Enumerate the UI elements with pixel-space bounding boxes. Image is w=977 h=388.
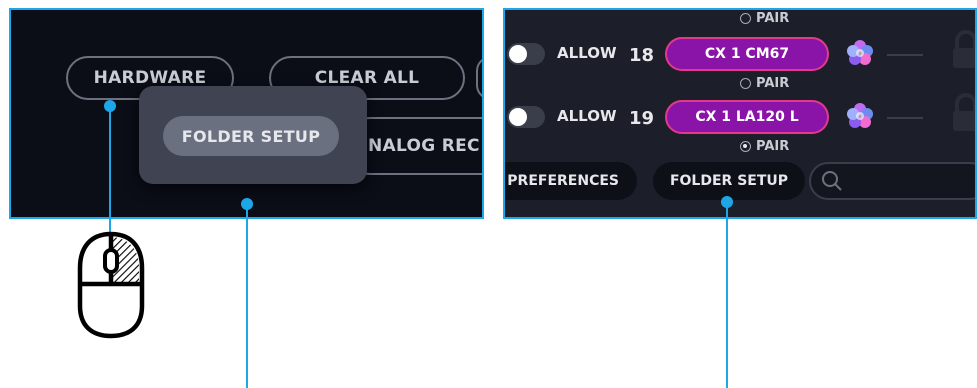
radio-icon[interactable] xyxy=(740,13,751,24)
partial-button[interactable] xyxy=(476,56,482,100)
left-folder-connector-line xyxy=(246,204,248,388)
left-folder-connector-dot xyxy=(241,198,253,210)
search-icon xyxy=(822,171,842,191)
pair-option-top[interactable]: PAIR xyxy=(740,11,789,26)
channel-number-19: 19 xyxy=(629,108,655,129)
radio-icon[interactable] xyxy=(740,78,751,89)
pair-option-middle[interactable]: PAIR xyxy=(740,76,789,91)
clear-all-label: CLEAR ALL xyxy=(314,68,420,88)
divider-line xyxy=(887,54,923,56)
hardware-connector-line xyxy=(109,106,111,240)
folder-setup-button[interactable]: FOLDER SETUP xyxy=(653,162,805,200)
toggle-knob xyxy=(509,45,527,63)
device-label-18: CX 1 CM67 xyxy=(704,46,790,62)
radio-icon[interactable] xyxy=(740,141,751,152)
device-button-19[interactable]: CX 1 LA120 L xyxy=(665,100,829,134)
folder-setup-tooltip-button[interactable]: FOLDER SETUP xyxy=(163,116,339,156)
left-zoom-panel: HARDWARE CLEAR ALL NALOG REC FOLDER SETU… xyxy=(9,8,484,219)
flower-icon[interactable] xyxy=(845,38,875,68)
toggle-knob xyxy=(509,108,527,126)
right-folder-connector-dot xyxy=(721,196,733,208)
user-preferences-label: R PREFERENCES xyxy=(503,173,619,189)
device-button-18[interactable]: CX 1 CM67 xyxy=(665,37,829,71)
allow-label-19: ALLOW xyxy=(557,107,617,125)
folder-setup-tooltip: FOLDER SETUP xyxy=(139,86,367,184)
hardware-connector-dot xyxy=(104,100,116,112)
right-zoom-panel: PAIR ALLOW 18 CX 1 CM67 PAIR ALLOW 19 CX… xyxy=(503,8,977,219)
allow-toggle-19[interactable] xyxy=(507,106,545,128)
pair-label: PAIR xyxy=(756,76,790,91)
flower-icon[interactable] xyxy=(845,101,875,131)
hardware-label: HARDWARE xyxy=(93,68,207,88)
divider-line xyxy=(887,117,923,119)
search-field[interactable] xyxy=(809,162,975,200)
pair-option-bottom[interactable]: PAIR xyxy=(740,139,789,154)
pair-label: PAIR xyxy=(756,11,790,26)
lock-icon[interactable] xyxy=(951,93,977,133)
folder-setup-label: FOLDER SETUP xyxy=(669,173,789,189)
allow-label-18: ALLOW xyxy=(557,44,617,62)
right-folder-connector-line xyxy=(726,202,728,388)
folder-setup-tooltip-label: FOLDER SETUP xyxy=(181,126,321,146)
device-label-19: CX 1 LA120 L xyxy=(695,109,799,125)
lock-icon[interactable] xyxy=(951,30,977,70)
allow-toggle-18[interactable] xyxy=(507,43,545,65)
pair-label: PAIR xyxy=(756,139,790,154)
analog-label: NALOG REC xyxy=(368,136,480,156)
channel-number-18: 18 xyxy=(629,45,655,66)
mouse-icon xyxy=(77,231,145,339)
user-preferences-button[interactable]: R PREFERENCES xyxy=(503,162,637,200)
